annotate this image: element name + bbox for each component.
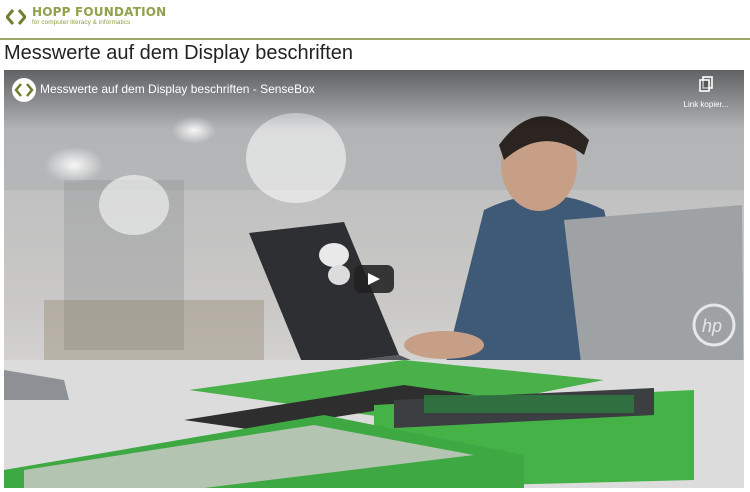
video-player[interactable]: hp Messwerte auf dem Display beschriften… xyxy=(4,70,744,488)
page-title: Messwerte auf dem Display beschriften xyxy=(4,42,354,64)
brand-name: HOPP FOUNDATION xyxy=(32,5,167,19)
svg-text:hp: hp xyxy=(702,316,722,336)
header-divider xyxy=(0,38,750,40)
video-title[interactable]: Messwerte auf dem Display beschriften - … xyxy=(40,82,315,96)
brand-tagline: for computer literacy & informatics xyxy=(32,19,131,26)
channel-avatar[interactable] xyxy=(12,78,36,102)
play-icon xyxy=(368,273,380,285)
brand-logo[interactable]: HOPP FOUNDATION for computer literacy & … xyxy=(5,5,167,27)
player-top-bar xyxy=(4,70,744,130)
copy-link-label: Link kopier... xyxy=(683,100,729,109)
hopp-logo-icon xyxy=(5,7,27,27)
site-header: HOPP FOUNDATION for computer literacy & … xyxy=(0,0,750,38)
play-button[interactable] xyxy=(354,265,394,293)
copy-icon xyxy=(699,76,713,96)
copy-link-button[interactable]: Link kopier... xyxy=(676,76,736,109)
